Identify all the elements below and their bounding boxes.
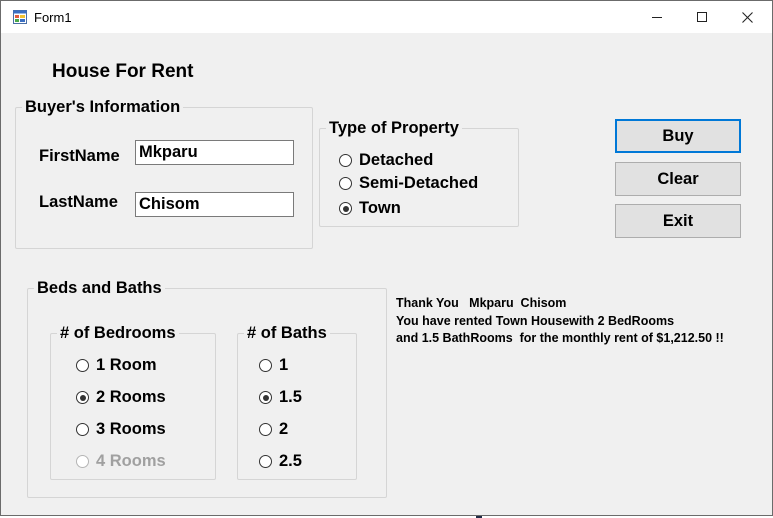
radio-button-icon[interactable] [259, 423, 272, 436]
maximize-icon [697, 12, 707, 22]
beds-baths-legend: Beds and Baths [37, 279, 162, 297]
radio-baths-1-5[interactable]: 1.5 [259, 388, 302, 407]
rental-message: Thank You Mkparu Chisom You have rented … [396, 295, 724, 348]
form-client-area: House For Rent Buyer's Information First… [1, 33, 772, 515]
form-heading: House For Rent [52, 61, 194, 82]
form-window: Form1 House For Rent Buyer's Information… [0, 0, 773, 516]
close-icon [741, 11, 753, 23]
radio-1-room-label: 1 Room [96, 356, 157, 374]
title-bar[interactable]: Form1 [1, 1, 772, 33]
radio-button-selected-icon[interactable] [339, 202, 352, 215]
app-form-icon[interactable] [13, 10, 27, 24]
buyer-info-group: Buyer's Information [15, 97, 313, 249]
radio-semi-detached-label: Semi-Detached [359, 174, 479, 192]
radio-button-disabled-icon [76, 455, 89, 468]
rental-message-line-2: You have rented Town Housewith 2 BedRoom… [396, 313, 675, 328]
first-name-field[interactable] [135, 140, 294, 165]
radio-baths-2-5[interactable]: 2.5 [259, 452, 302, 471]
radio-detached-label: Detached [359, 151, 434, 169]
radio-3-rooms-label: 3 Rooms [96, 420, 166, 438]
radio-baths-1-5-label: 1.5 [279, 388, 302, 406]
radio-baths-2-label: 2 [279, 420, 289, 438]
radio-3-rooms[interactable]: 3 Rooms [76, 420, 166, 439]
baths-legend: # of Baths [247, 324, 327, 342]
radio-button-icon[interactable] [259, 359, 272, 372]
first-name-label: FirstName [39, 147, 120, 165]
window-title: Form1 [34, 10, 72, 25]
clear-button[interactable]: Clear [615, 162, 741, 196]
radio-2-rooms-label: 2 Rooms [96, 388, 166, 406]
radio-2-rooms[interactable]: 2 Rooms [76, 388, 166, 407]
radio-button-icon[interactable] [76, 423, 89, 436]
maximize-button[interactable] [679, 1, 725, 33]
radio-button-icon[interactable] [259, 455, 272, 468]
rental-message-line-3: and 1.5 BathRooms for the monthly rent o… [396, 331, 724, 345]
radio-baths-2[interactable]: 2 [259, 420, 288, 439]
radio-semi-detached[interactable]: Semi-Detached [339, 174, 478, 193]
property-type-legend: Type of Property [329, 119, 459, 137]
radio-baths-1-label: 1 [279, 356, 289, 374]
radio-button-selected-icon[interactable] [76, 391, 89, 404]
rental-message-line-1: Thank You Mkparu Chisom [396, 296, 567, 310]
close-button[interactable] [724, 1, 770, 33]
last-name-field[interactable] [135, 192, 294, 217]
minimize-icon [652, 17, 662, 18]
exit-button[interactable]: Exit [615, 204, 741, 238]
radio-town-label: Town [359, 199, 401, 217]
radio-button-icon[interactable] [339, 177, 352, 190]
minimize-button[interactable] [634, 1, 680, 33]
radio-button-icon[interactable] [339, 154, 352, 167]
bedrooms-legend: # of Bedrooms [60, 324, 176, 342]
radio-4-rooms-label: 4 Rooms [96, 452, 166, 470]
radio-4-rooms-disabled: 4 Rooms [76, 452, 166, 471]
radio-button-icon[interactable] [76, 359, 89, 372]
radio-baths-1[interactable]: 1 [259, 356, 288, 375]
buy-button[interactable]: Buy [615, 119, 741, 153]
radio-1-room[interactable]: 1 Room [76, 356, 157, 375]
radio-button-selected-icon[interactable] [259, 391, 272, 404]
radio-detached[interactable]: Detached [339, 151, 433, 170]
radio-baths-2-5-label: 2.5 [279, 452, 302, 470]
buyer-info-legend: Buyer's Information [25, 98, 181, 116]
last-name-label: LastName [39, 193, 118, 211]
radio-town[interactable]: Town [339, 199, 401, 218]
